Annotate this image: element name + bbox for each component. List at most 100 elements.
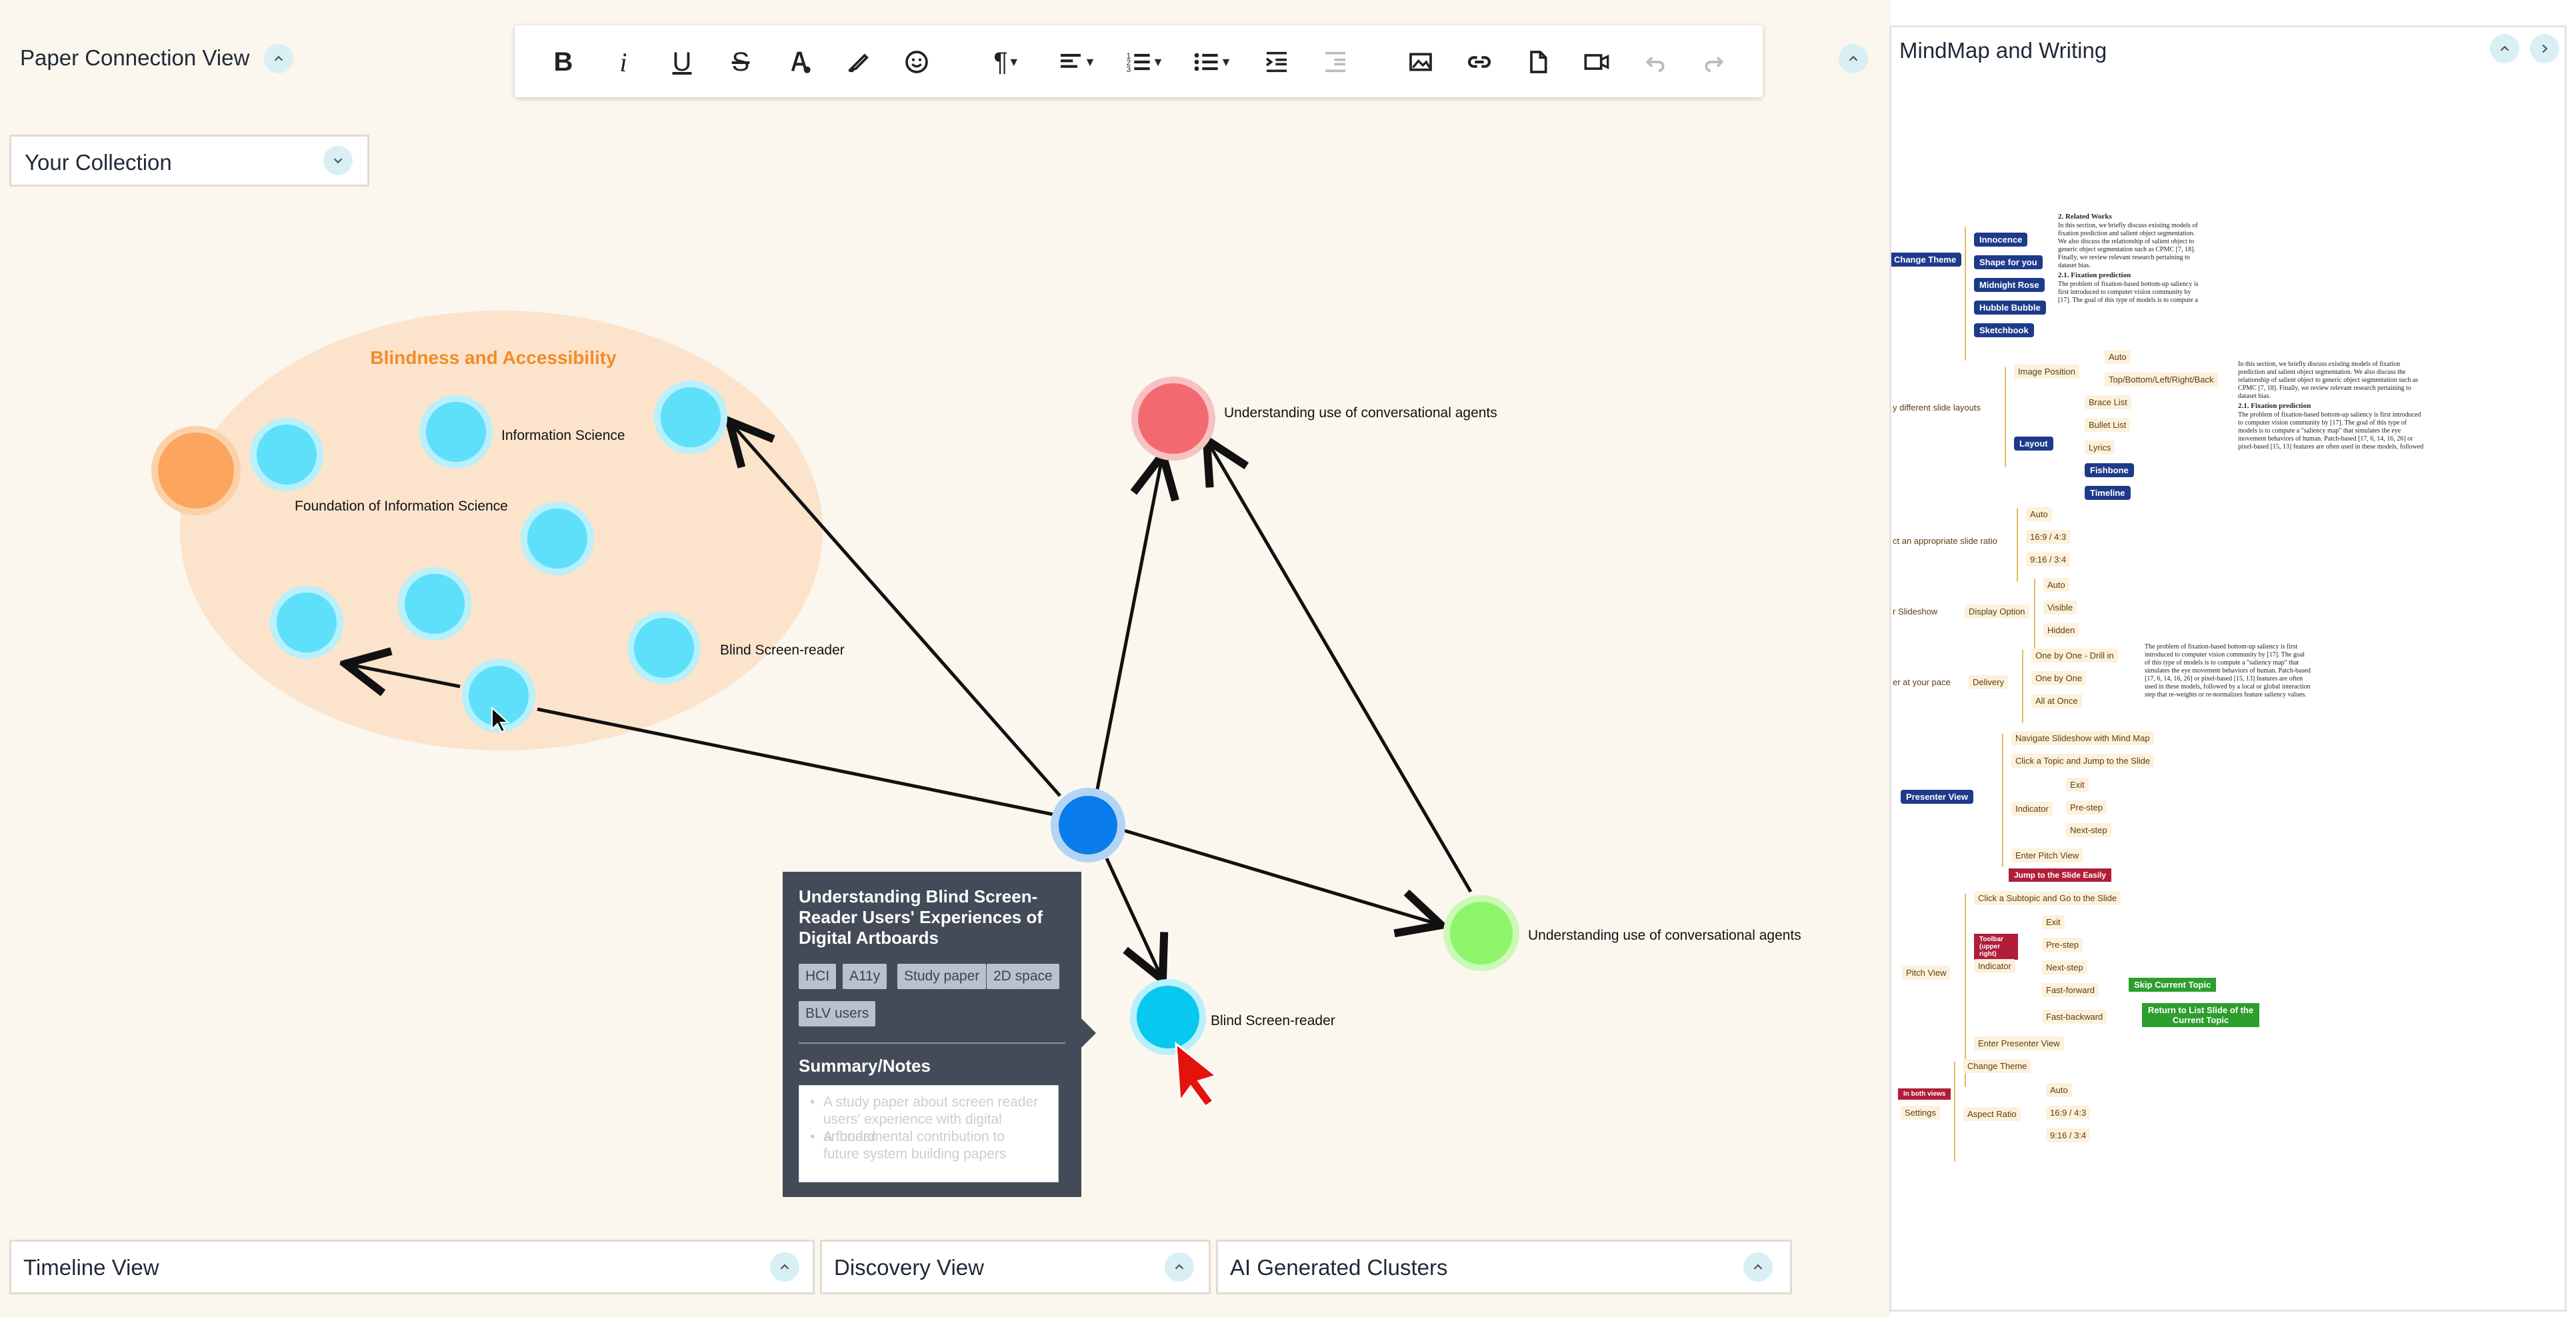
undo-icon[interactable] (1639, 45, 1672, 79)
mindmap-node[interactable]: Next-step (2042, 960, 2087, 974)
paper-node[interactable] (151, 426, 241, 515)
mindmap-node[interactable]: Hubble Bubble (1974, 301, 2046, 315)
mindmap-node[interactable]: Enter Pitch View (2011, 848, 2083, 862)
paper-detail-card[interactable]: Understanding Blind Screen-Reader Users'… (783, 872, 1096, 1197)
paper-node[interactable] (250, 418, 323, 491)
mindmap-node[interactable]: Timeline (2085, 486, 2131, 500)
mindmap-node[interactable]: Skip Current Topic (2129, 978, 2217, 992)
mindmap-node[interactable]: Return to List Slide of the Current Topi… (2142, 1003, 2259, 1027)
mindmap-node[interactable]: Exit (2066, 778, 2089, 792)
paper-node[interactable] (521, 502, 594, 575)
ordered-list-dropdown[interactable]: 1 2 3 ▼ (1121, 45, 1168, 79)
mindmap-node[interactable]: Innocence (1974, 233, 2028, 247)
mindmap-node[interactable]: ct an appropriate slide ratio (1891, 534, 2001, 548)
mindmap-node[interactable]: Auto (2043, 578, 2069, 592)
chevron-up-icon[interactable] (2490, 34, 2519, 63)
mindmap-node[interactable]: Pitch View (1902, 966, 1951, 980)
selected-paper-node[interactable] (1051, 788, 1125, 862)
mindmap-node[interactable]: Change Theme (1891, 253, 1962, 267)
mindmap-node[interactable]: Pre-step (2066, 800, 2107, 814)
mindmap-node[interactable]: Aspect Ratio (1963, 1107, 2021, 1121)
chevron-up-icon[interactable] (1165, 1252, 1194, 1282)
mindmap-node[interactable]: 16:9 / 4:3 (2026, 530, 2071, 544)
mindmap-node[interactable]: Auto (2046, 1083, 2072, 1097)
mindmap-node[interactable]: 16:9 / 4:3 (2046, 1106, 2091, 1120)
image-icon[interactable] (1404, 45, 1437, 79)
mindmap-node[interactable]: Top/Bottom/Left/Right/Back (2105, 373, 2218, 387)
emoji-icon[interactable] (900, 45, 933, 79)
paper-node[interactable] (398, 567, 471, 641)
mindmap-panel[interactable]: MindMap and Writing Change Theme Innocen… (1889, 25, 2567, 1312)
mindmap-node[interactable]: Hidden (2043, 623, 2079, 637)
align-dropdown[interactable]: ▼ (1053, 45, 1100, 79)
mindmap-node[interactable]: Delivery (1969, 675, 2008, 689)
text-color-icon[interactable] (783, 45, 816, 79)
mindmap-node[interactable]: One by One - Drill in (2031, 649, 2118, 662)
mindmap-node[interactable]: r Slideshow (1891, 605, 1942, 619)
mindmap-node[interactable]: Next-step (2066, 823, 2111, 837)
paper-connection-canvas[interactable]: Paper Connection View Your Collection Bl… (0, 0, 1891, 1317)
chevron-up-icon[interactable] (1743, 1252, 1773, 1282)
mindmap-node[interactable]: Sketchbook (1974, 323, 2034, 337)
mindmap-node[interactable]: Presenter View (1901, 790, 1973, 804)
mindmap-node[interactable]: Change Theme (1963, 1059, 2031, 1073)
link-icon[interactable] (1463, 45, 1496, 79)
chevron-right-icon[interactable] (2530, 34, 2559, 63)
paper-node[interactable] (1443, 895, 1519, 971)
mindmap-node[interactable]: Bullet List (2085, 418, 2131, 432)
mindmap-node[interactable]: Enter Presenter View (1974, 1036, 2064, 1050)
mindmap-node[interactable]: Shape for you (1974, 255, 2043, 269)
mindmap-node[interactable]: Image Position (2014, 365, 2079, 379)
redo-icon[interactable] (1697, 45, 1731, 79)
file-icon[interactable] (1521, 45, 1555, 79)
mindmap-node[interactable]: Click a Subtopic and Go to the Slide (1974, 891, 2121, 905)
mindmap-node[interactable]: Midnight Rose (1974, 278, 2045, 292)
mindmap-node[interactable]: er at your pace (1891, 675, 1955, 689)
tag[interactable]: 2D space (987, 964, 1059, 989)
paper-node[interactable] (627, 611, 701, 684)
paper-node[interactable] (1131, 377, 1215, 461)
paper-node[interactable] (270, 586, 343, 659)
mindmap-node[interactable]: 9:16 / 3:4 (2046, 1128, 2091, 1142)
mindmap-node[interactable]: y different slide layouts (1891, 401, 1985, 415)
mindmap-node[interactable]: Brace List (2085, 395, 2131, 409)
indent-icon[interactable] (1260, 45, 1293, 79)
mindmap-node[interactable]: One by One (2031, 671, 2087, 685)
timeline-view-bar[interactable]: Timeline View (9, 1240, 815, 1294)
chevron-up-icon[interactable] (770, 1252, 799, 1282)
mindmap-node[interactable]: Exit (2042, 915, 2065, 929)
paper-node[interactable] (1130, 979, 1206, 1055)
bullet-list-dropdown[interactable]: ▼ (1189, 45, 1236, 79)
paper-node[interactable] (654, 381, 727, 454)
mindmap-node[interactable]: Fishbone (2085, 463, 2134, 477)
mindmap-node[interactable]: Pre-step (2042, 938, 2083, 952)
mindmap-node[interactable]: Navigate Slideshow with Mind Map (2011, 731, 2154, 745)
mindmap-node[interactable]: Auto (2105, 350, 2131, 364)
mindmap-node[interactable]: Lyrics (2085, 441, 2115, 455)
underline-button[interactable]: U (665, 45, 699, 79)
mindmap-node[interactable]: Fast-forward (2042, 983, 2099, 997)
video-icon[interactable] (1580, 45, 1613, 79)
mindmap-node[interactable]: Fast-backward (2042, 1010, 2107, 1024)
italic-button[interactable]: i (607, 45, 640, 79)
tag[interactable]: A11y (843, 964, 887, 989)
highlighter-icon[interactable] (841, 45, 875, 79)
mindmap-node[interactable]: Settings (1901, 1106, 1940, 1120)
tag[interactable]: BLV users (799, 1001, 876, 1026)
mindmap-node[interactable]: All at Once (2031, 694, 2082, 708)
notes-field[interactable]: A study paper about screen reader users'… (799, 1085, 1059, 1182)
tag[interactable]: HCI (799, 964, 837, 989)
mindmap-node[interactable]: Display Option (1965, 605, 2029, 619)
tag[interactable]: Study paper (897, 964, 987, 989)
mindmap-node[interactable]: Click a Topic and Jump to the Slide (2011, 754, 2155, 768)
mindmap-node[interactable]: Auto (2026, 507, 2052, 521)
mindmap-node[interactable]: Indicator (2011, 802, 2053, 816)
ai-clusters-bar[interactable]: AI Generated Clusters (1216, 1240, 1792, 1294)
mindmap-node[interactable]: Indicator (1974, 959, 2015, 973)
paragraph-dropdown[interactable]: ¶ ▼ (985, 45, 1028, 79)
outdent-icon[interactable] (1319, 45, 1352, 79)
discovery-view-bar[interactable]: Discovery View (820, 1240, 1211, 1294)
paper-node[interactable] (419, 395, 493, 469)
bold-button[interactable]: B (547, 45, 580, 79)
mindmap-node[interactable]: 9:16 / 3:4 (2026, 553, 2071, 567)
